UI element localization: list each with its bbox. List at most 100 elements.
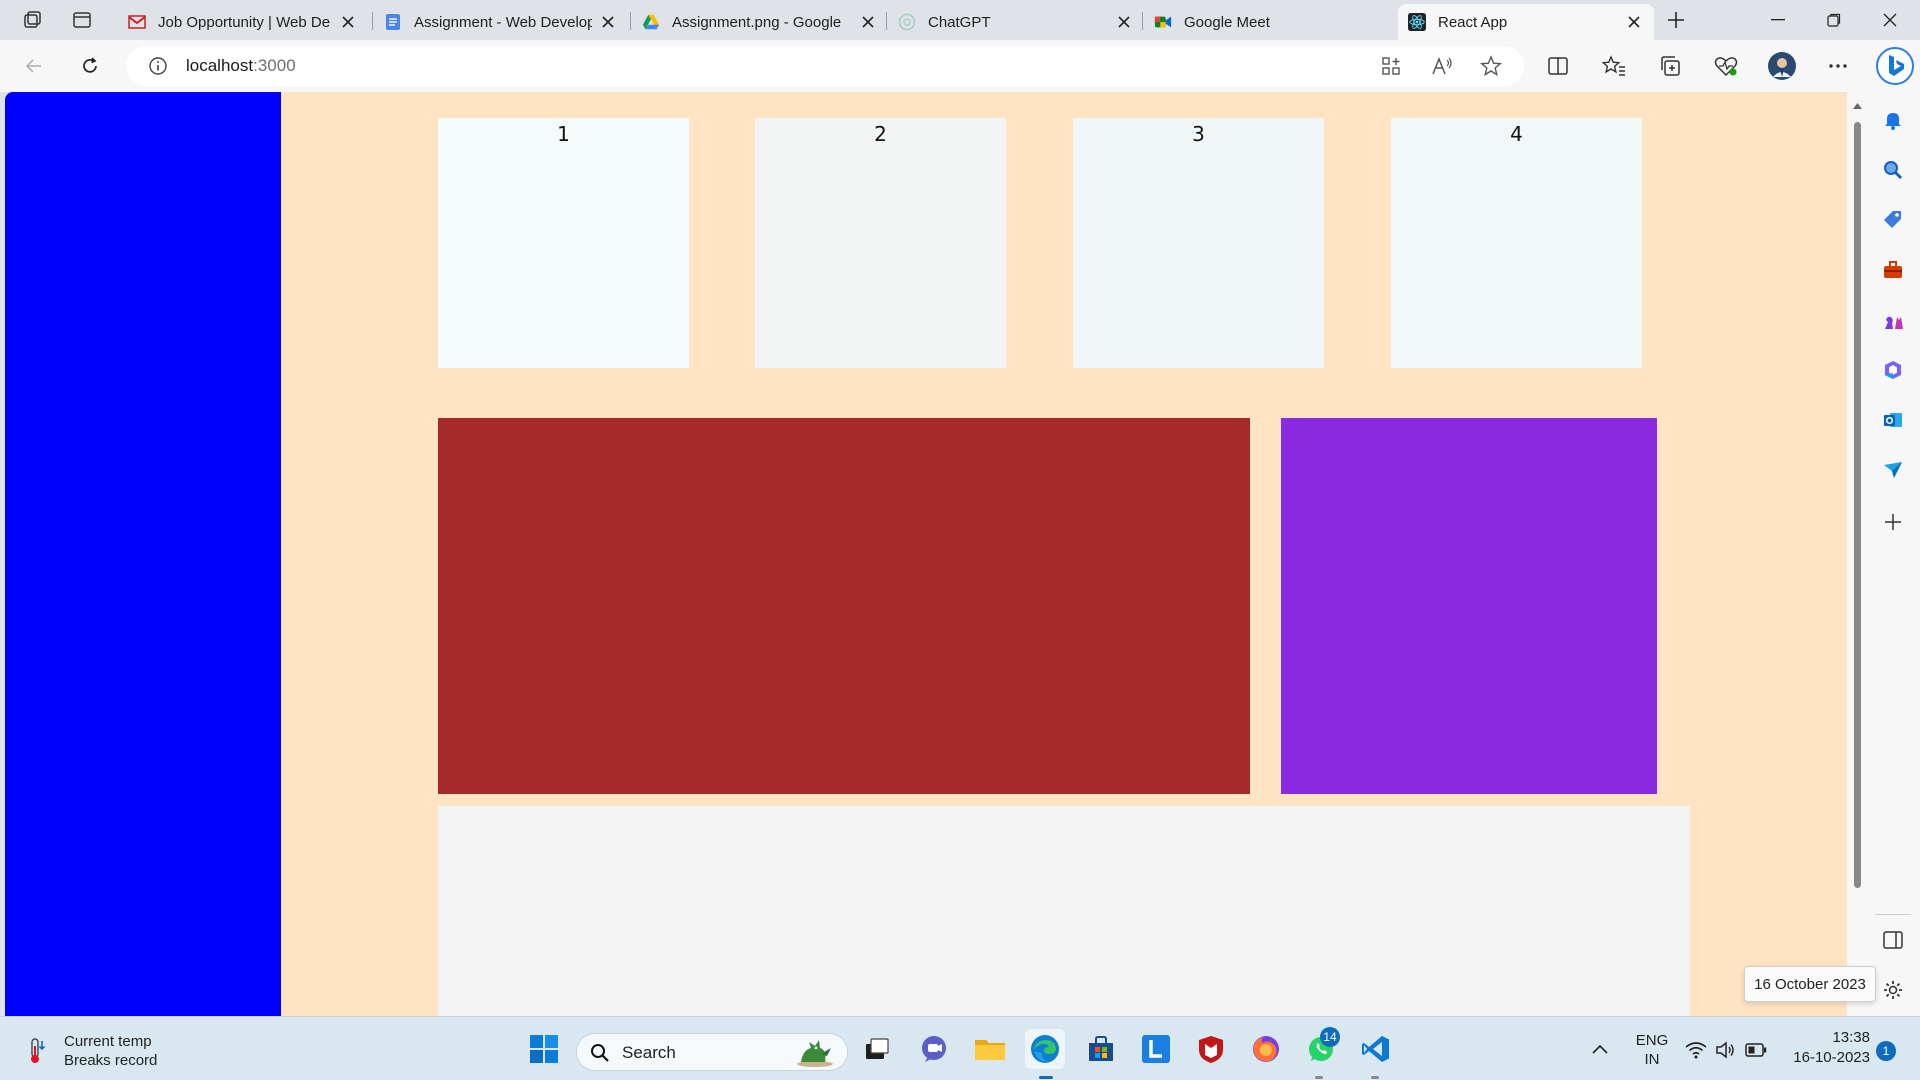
tab-google-meet[interactable]: Google Meet	[1144, 4, 1396, 40]
browser-essentials-icon[interactable]	[1708, 48, 1744, 84]
file-explorer-icon[interactable]	[970, 1029, 1010, 1069]
close-icon[interactable]	[1624, 12, 1644, 32]
card-number: 4	[1510, 122, 1523, 146]
card-1: 1	[438, 118, 689, 368]
clock-time: 13:38	[1832, 1029, 1870, 1046]
scroll-up-icon[interactable]	[1852, 102, 1863, 110]
notification-bell-icon[interactable]	[1879, 106, 1907, 134]
url-port: :3000	[253, 56, 296, 75]
profile-avatar[interactable]	[1764, 48, 1800, 84]
card-number: 3	[1192, 122, 1205, 146]
scrollbar-thumb[interactable]	[1854, 122, 1861, 888]
close-icon[interactable]	[598, 12, 618, 32]
tab-strip: Job Opportunity | Web De Assignment - We…	[0, 0, 1920, 40]
vertical-scrollbar[interactable]	[1847, 92, 1867, 1016]
close-icon[interactable]	[858, 12, 878, 32]
tab-label: Assignment.png - Google	[672, 13, 842, 31]
edge-browser-icon[interactable]	[1025, 1029, 1065, 1069]
card-2: 2	[755, 118, 1006, 368]
task-view-icon[interactable]	[857, 1029, 897, 1069]
search-icon[interactable]	[1879, 156, 1907, 184]
main-content-block	[438, 418, 1250, 794]
teams-chat-icon[interactable]	[914, 1029, 954, 1069]
language-line-2: IN	[1644, 1051, 1660, 1068]
tab-actions-icon[interactable]	[66, 6, 98, 34]
tab-label: Job Opportunity | Web De	[158, 13, 331, 31]
bottom-content-block	[438, 806, 1690, 1016]
url-host: localhost	[186, 56, 254, 75]
running-app-indicator	[1371, 1076, 1379, 1079]
more-menu-icon[interactable]	[1820, 48, 1856, 84]
taskbar-search-input[interactable]: Search	[576, 1033, 848, 1071]
favorites-icon[interactable]	[1596, 48, 1632, 84]
drive-icon	[642, 13, 660, 31]
shopping-tag-icon[interactable]	[1879, 206, 1907, 234]
clock-date: 16-10-2023	[1793, 1049, 1870, 1066]
collections-icon[interactable]	[1652, 48, 1688, 84]
sidebar-settings-icon[interactable]	[1879, 976, 1907, 1004]
split-screen-icon[interactable]	[1540, 48, 1576, 84]
language-indicator[interactable]: ENG IN	[1634, 1032, 1670, 1068]
address-bar[interactable]: localhost:3000	[126, 46, 1524, 86]
refresh-button[interactable]	[72, 48, 108, 84]
chatgpt-icon	[898, 13, 916, 31]
hide-sidebar-icon[interactable]	[1879, 926, 1907, 954]
volume-icon[interactable]	[1715, 1041, 1735, 1059]
vscode-icon[interactable]	[1356, 1029, 1396, 1069]
notification-count-badge[interactable]: 1	[1876, 1041, 1896, 1061]
card-number: 1	[557, 122, 570, 146]
clock[interactable]: 13:38 16-10-2023	[1778, 1029, 1870, 1066]
site-info-icon[interactable]	[148, 56, 168, 76]
outlook-icon[interactable]	[1879, 406, 1907, 434]
microsoft-store-icon[interactable]	[1081, 1029, 1121, 1069]
games-icon[interactable]	[1879, 306, 1907, 334]
tab-gmail[interactable]: Job Opportunity | Web De	[118, 4, 368, 40]
url-text: localhost:3000	[186, 56, 296, 76]
windows-taskbar: Current temp Breaks record Search 14 ENG…	[0, 1016, 1920, 1080]
mcafee-icon[interactable]	[1191, 1029, 1231, 1069]
close-icon[interactable]	[1114, 12, 1134, 32]
new-tab-button[interactable]	[1660, 6, 1692, 34]
side-content-block	[1281, 418, 1657, 794]
workspaces-icon[interactable]	[16, 6, 48, 34]
search-label: Search	[622, 1043, 676, 1062]
tab-react-app[interactable]: React App	[1398, 4, 1654, 40]
bing-copilot-icon[interactable]	[1874, 45, 1916, 87]
card-4: 4	[1391, 118, 1642, 368]
firefox-icon[interactable]	[1246, 1029, 1286, 1069]
microsoft-365-icon[interactable]	[1879, 356, 1907, 384]
tools-icon[interactable]	[1879, 256, 1907, 284]
back-button[interactable]	[16, 48, 52, 84]
thermometer-icon	[26, 1037, 50, 1065]
tab-drive[interactable]: Assignment.png - Google	[632, 4, 888, 40]
app-available-icon[interactable]	[1381, 56, 1401, 76]
left-sidebar-panel	[5, 92, 281, 1016]
read-aloud-icon[interactable]	[1431, 56, 1453, 76]
send-icon[interactable]	[1879, 456, 1907, 484]
tab-chatgpt[interactable]: ChatGPT	[888, 4, 1144, 40]
lenovo-vantage-icon[interactable]	[1136, 1029, 1176, 1069]
add-sidebar-app-icon[interactable]	[1879, 508, 1907, 536]
weather-line-2: Breaks record	[64, 1052, 158, 1069]
battery-icon[interactable]	[1745, 1043, 1767, 1057]
tab-label: Assignment - Web Develop	[414, 13, 592, 31]
date-tooltip: 16 October 2023	[1744, 966, 1876, 1002]
restore-button[interactable]	[1806, 0, 1862, 40]
tab-label: ChatGPT	[928, 13, 991, 31]
wifi-icon[interactable]	[1685, 1041, 1707, 1059]
show-hidden-icons-chevron-icon[interactable]	[1582, 1029, 1618, 1069]
page-viewport: 1 2 3 4	[5, 92, 1847, 1016]
close-window-button[interactable]	[1862, 0, 1918, 40]
minimize-button[interactable]	[1750, 0, 1806, 40]
weather-widget[interactable]: Current temp Breaks record	[22, 1031, 202, 1071]
react-icon	[1408, 13, 1426, 31]
card-number: 2	[874, 122, 887, 146]
start-button[interactable]	[524, 1029, 564, 1069]
dragon-search-highlight-icon	[791, 1036, 835, 1068]
language-line-1: ENG	[1635, 1032, 1669, 1049]
meet-icon	[1154, 13, 1172, 31]
close-icon[interactable]	[338, 12, 358, 32]
card-3: 3	[1073, 118, 1324, 368]
favorite-star-icon[interactable]	[1480, 55, 1502, 77]
tab-docs[interactable]: Assignment - Web Develop	[374, 4, 628, 40]
